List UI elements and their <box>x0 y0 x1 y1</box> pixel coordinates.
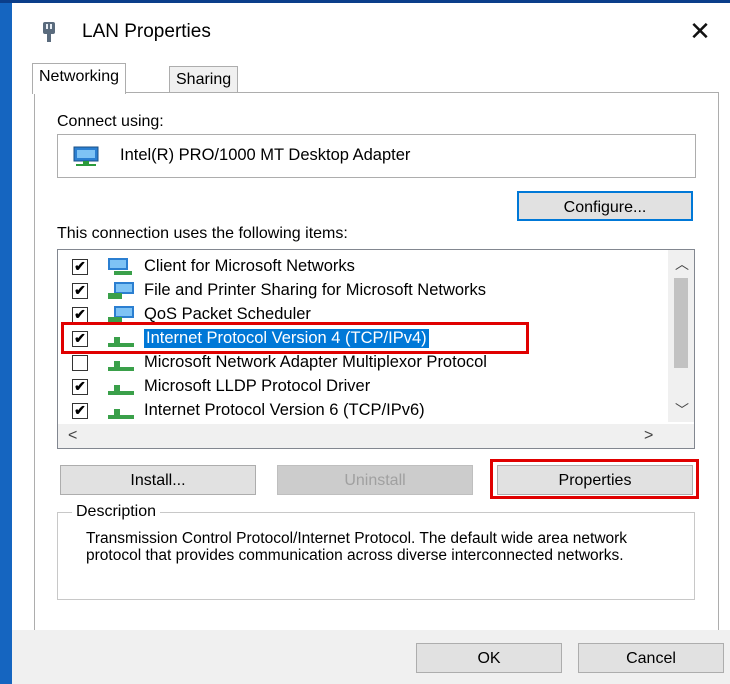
properties-button[interactable]: Properties <box>497 465 693 495</box>
description-legend: Description <box>72 503 161 521</box>
title-bar[interactable]: LAN Properties ✕ <box>12 3 730 59</box>
horizontal-scrollbar[interactable]: < > <box>58 424 694 448</box>
item-checkbox[interactable]: ✔ <box>72 259 88 275</box>
item-checkbox[interactable]: ✔ <box>72 403 88 419</box>
tab-strip: Networking Sharing <box>12 59 730 94</box>
network-service-icon <box>106 281 138 301</box>
window-frame-left <box>0 0 12 684</box>
item-label: Internet Protocol Version 4 (TCP/IPv4) <box>144 329 429 348</box>
list-item[interactable]: ✔ Client for Microsoft Networks <box>58 255 668 279</box>
tab-sharing[interactable]: Sharing <box>169 66 239 93</box>
scroll-right-icon[interactable]: > <box>644 427 653 445</box>
network-adapter-icon <box>72 145 102 172</box>
item-label: Client for Microsoft Networks <box>144 257 355 275</box>
list-item[interactable]: ✔ Internet Protocol Version 6 (TCP/IPv6) <box>58 399 668 423</box>
item-label: Microsoft Network Adapter Multiplexor Pr… <box>144 353 487 371</box>
uninstall-button[interactable]: Uninstall <box>277 465 473 495</box>
item-label: File and Printer Sharing for Microsoft N… <box>144 281 487 299</box>
item-label: QoS Packet Scheduler <box>144 305 311 323</box>
item-checkbox[interactable]: ✔ <box>72 307 88 323</box>
protocol-icon <box>106 353 138 373</box>
tab-networking[interactable]: Networking <box>32 63 127 94</box>
protocol-icon <box>106 377 138 397</box>
description-text: Transmission Control Protocol/Internet P… <box>86 530 628 564</box>
item-checkbox[interactable]: ✔ <box>72 331 88 347</box>
window-title: LAN Properties <box>82 21 211 42</box>
list-item[interactable]: ✔ QoS Packet Scheduler <box>58 303 668 327</box>
vertical-scrollbar[interactable]: ︿ ﹀ <box>668 250 694 422</box>
item-label: Internet Protocol Version 6 (TCP/IPv6) <box>144 401 425 419</box>
scroll-thumb[interactable] <box>674 278 688 368</box>
ok-button[interactable]: OK <box>416 643 562 673</box>
network-service-icon <box>106 305 138 325</box>
cancel-button[interactable]: Cancel <box>578 643 724 673</box>
adapter-field: Intel(R) PRO/1000 MT Desktop Adapter <box>57 134 696 178</box>
scroll-up-icon[interactable]: ︿ <box>675 254 689 274</box>
close-button[interactable]: ✕ <box>680 13 720 49</box>
list-item[interactable]: Microsoft Network Adapter Multiplexor Pr… <box>58 351 668 375</box>
adapter-name: Intel(R) PRO/1000 MT Desktop Adapter <box>120 146 411 164</box>
list-item-selected[interactable]: ✔ Internet Protocol Version 4 (TCP/IPv4) <box>58 327 668 351</box>
list-item[interactable]: ✔ Microsoft LLDP Protocol Driver <box>58 375 668 399</box>
install-button[interactable]: Install... <box>60 465 256 495</box>
connect-using-label: Connect using: <box>57 113 164 130</box>
list-item[interactable]: ✔ File and Printer Sharing for Microsoft… <box>58 279 668 303</box>
item-label: Microsoft LLDP Protocol Driver <box>144 377 371 395</box>
scroll-down-icon[interactable]: ﹀ <box>675 400 689 420</box>
network-client-icon <box>106 257 138 277</box>
configure-button[interactable]: Configure... <box>517 191 693 221</box>
items-list[interactable]: ✔ Client for Microsoft Networks ✔ File a… <box>57 249 695 449</box>
dialog-button-bar: OK Cancel <box>12 630 730 684</box>
protocol-icon <box>106 329 138 349</box>
scroll-left-icon[interactable]: < <box>68 427 77 445</box>
network-adapter-icon <box>40 21 58 48</box>
protocol-icon <box>106 401 138 421</box>
item-checkbox[interactable]: ✔ <box>72 283 88 299</box>
item-checkbox[interactable]: ✔ <box>72 379 88 395</box>
items-label: This connection uses the following items… <box>57 225 348 242</box>
item-checkbox[interactable] <box>72 355 88 371</box>
